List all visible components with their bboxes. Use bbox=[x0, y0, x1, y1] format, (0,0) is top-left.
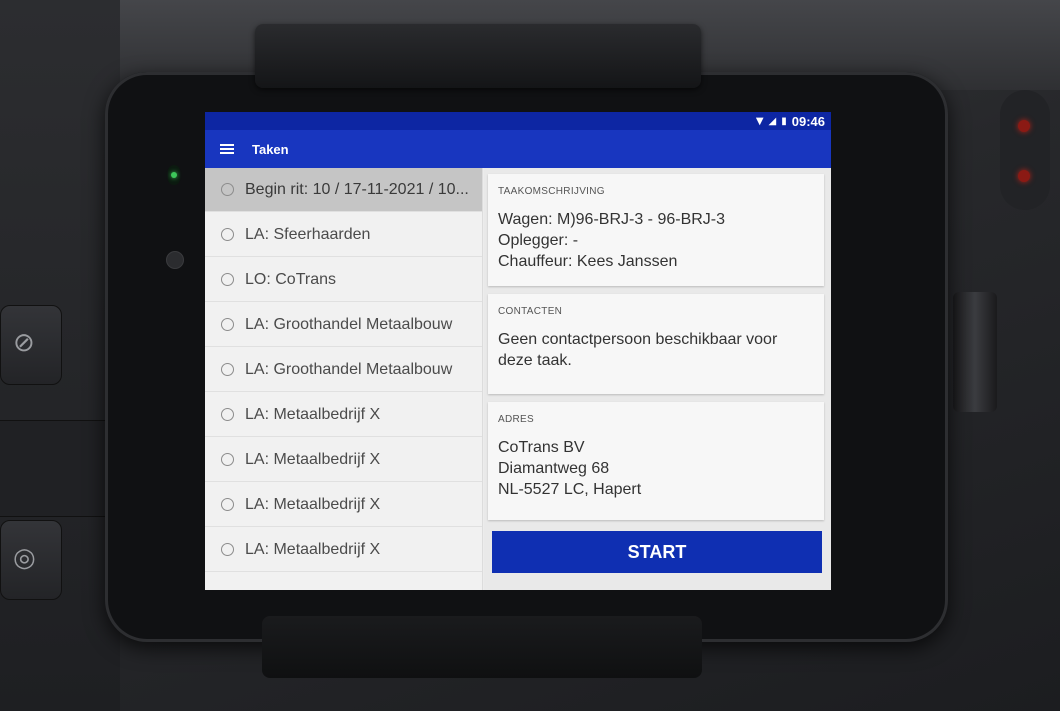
radio-icon bbox=[221, 498, 234, 511]
hamburger-menu-icon[interactable] bbox=[220, 144, 234, 154]
task-item[interactable]: LA: Metaalbedrijf X bbox=[205, 438, 482, 482]
address-street: Diamantweg 68 bbox=[498, 460, 610, 477]
task-item[interactable]: LA: Metaalbedrijf X bbox=[205, 528, 482, 572]
task-label: LA: Metaalbedrijf X bbox=[245, 495, 381, 513]
contacts-text: deze taak. bbox=[498, 352, 572, 369]
power-led bbox=[168, 165, 180, 185]
task-label: LA: Sfeerhaarden bbox=[245, 225, 371, 243]
radio-icon bbox=[221, 543, 234, 556]
signal-icon: ◢ bbox=[768, 115, 777, 127]
address-company: CoTrans BV bbox=[498, 439, 585, 456]
radio-icon bbox=[221, 318, 234, 331]
dashboard-knob bbox=[1000, 90, 1050, 210]
front-camera bbox=[166, 251, 184, 269]
app-toolbar: Taken bbox=[205, 130, 831, 168]
task-item[interactable]: LA: Groothandel Metaalbouw bbox=[205, 348, 482, 392]
dashboard-button: ⊘ bbox=[0, 305, 62, 385]
dashboard-symbol-icon: ◎ bbox=[13, 543, 36, 573]
task-label: LA: Metaalbedrijf X bbox=[245, 450, 381, 468]
radio-icon bbox=[221, 273, 234, 286]
radio-icon bbox=[221, 363, 234, 376]
contacts-card: CONTACTEN Geen contactpersoon beschikbaa… bbox=[488, 294, 824, 394]
trailer-line: Oplegger: - bbox=[498, 232, 579, 249]
dashboard-button: ◎ bbox=[0, 520, 62, 600]
task-label: LA: Groothandel Metaalbouw bbox=[245, 360, 453, 378]
task-item[interactable]: LA: Metaalbedrijf X bbox=[205, 483, 482, 527]
dashboard-left-panel: ⊘ ◎ bbox=[0, 0, 120, 711]
indicator-light bbox=[1018, 170, 1030, 182]
status-bar: ▼ ◢ ▮ 09:46 bbox=[205, 112, 831, 130]
status-time: 09:46 bbox=[791, 113, 825, 129]
radio-icon bbox=[221, 408, 234, 421]
address-header: ADRES bbox=[498, 414, 534, 425]
battery-icon: ▮ bbox=[781, 115, 787, 127]
task-item[interactable]: LA: Groothandel Metaalbouw bbox=[205, 303, 482, 347]
address-card: ADRES CoTrans BV Diamantweg 68 NL-5527 L… bbox=[488, 402, 824, 520]
mount-top-bracket bbox=[255, 24, 701, 88]
tablet-screen: ▼ ◢ ▮ 09:46 Taken Begin rit: 10 / 17-11-… bbox=[205, 112, 831, 590]
task-detail-pane: TAAKOMSCHRIJVING Wagen: M)96-BRJ-3 - 96-… bbox=[484, 168, 831, 590]
task-item[interactable]: LO: CoTrans bbox=[205, 258, 482, 302]
description-card: TAAKOMSCHRIJVING Wagen: M)96-BRJ-3 - 96-… bbox=[488, 174, 824, 286]
start-button[interactable]: START bbox=[492, 531, 822, 573]
task-label: LA: Metaalbedrijf X bbox=[245, 405, 381, 423]
radio-icon bbox=[221, 228, 234, 241]
mount-clip bbox=[953, 292, 997, 412]
task-label: Begin rit: 10 / 17-11-2021 / 10... bbox=[245, 180, 469, 198]
contacts-text: Geen contactpersoon beschikbaar voor bbox=[498, 331, 778, 348]
task-item[interactable]: Begin rit: 10 / 17-11-2021 / 10... bbox=[205, 168, 482, 212]
indicator-light bbox=[1018, 120, 1030, 132]
task-label: LA: Groothandel Metaalbouw bbox=[245, 315, 453, 333]
dashboard-vent bbox=[0, 420, 120, 517]
task-list: Begin rit: 10 / 17-11-2021 / 10... LA: S… bbox=[205, 168, 483, 590]
mount-bottom-bracket bbox=[262, 616, 702, 678]
task-item[interactable]: LA: Metaalbedrijf X bbox=[205, 393, 482, 437]
description-header: TAAKOMSCHRIJVING bbox=[498, 186, 605, 197]
task-label: LA: Metaalbedrijf X bbox=[245, 540, 381, 558]
driver-line: Chauffeur: Kees Janssen bbox=[498, 253, 678, 270]
radio-icon bbox=[221, 453, 234, 466]
vehicle-line: Wagen: M)96-BRJ-3 - 96-BRJ-3 bbox=[498, 211, 726, 228]
contacts-header: CONTACTEN bbox=[498, 306, 563, 317]
dashboard-symbol-icon: ⊘ bbox=[13, 328, 35, 358]
wifi-icon: ▼ bbox=[755, 115, 764, 127]
task-item[interactable]: LA: Sfeerhaarden bbox=[205, 213, 482, 257]
task-label: LO: CoTrans bbox=[245, 270, 336, 288]
page-title: Taken bbox=[252, 141, 289, 157]
address-city: NL-5527 LC, Hapert bbox=[498, 481, 642, 498]
radio-icon bbox=[221, 183, 234, 196]
